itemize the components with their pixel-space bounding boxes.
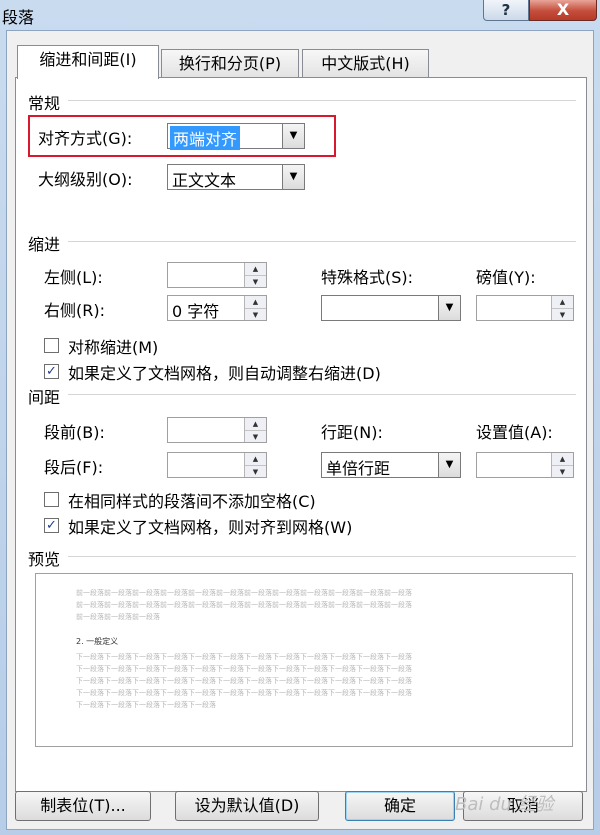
auto-adjust-checkbox[interactable]: ✓ — [44, 364, 59, 379]
dialog-client: 缩进和间距(I) 换行和分页(P) 中文版式(H) 常规 对齐方式(G): 两端… — [6, 30, 594, 830]
outline-level-label: 大纲级别(O): — [38, 170, 133, 189]
snap-to-grid-label: 如果定义了文档网格，则对齐到网格(W) — [68, 518, 353, 537]
help-button[interactable]: ? — [483, 0, 529, 21]
spin-down-icon[interactable]: ▼ — [245, 465, 266, 477]
indent-right-label: 右侧(R): — [44, 301, 105, 320]
spin-up-icon[interactable]: ▲ — [245, 418, 266, 430]
chevron-down-icon[interactable]: ▼ — [438, 453, 460, 477]
spinner-buttons[interactable]: ▲ ▼ — [244, 418, 266, 442]
chevron-down-icon[interactable]: ▼ — [438, 296, 460, 320]
spinner-buttons[interactable]: ▲ ▼ — [551, 296, 573, 320]
preview-prev-line: 前一段落前一段落前一段落前一段落前一段落前一段落前一段落前一段落前一段落前一段落… — [76, 601, 412, 609]
spin-up-icon[interactable]: ▲ — [552, 296, 573, 308]
preview-next-line: 下一段落下一段落下一段落下一段落下一段落下一段落下一段落下一段落下一段落下一段落… — [76, 677, 412, 685]
spinner-buttons[interactable]: ▲ ▼ — [244, 263, 266, 287]
spacing-after-spinner[interactable]: ▲ ▼ — [167, 452, 267, 478]
line-spacing-dropdown[interactable]: 单倍行距 ▼ — [321, 452, 461, 478]
preview-sample-text: 2. 一般定义 — [76, 637, 119, 646]
alignment-value: 两端对齐 — [170, 126, 241, 150]
alignment-label: 对齐方式(G): — [38, 129, 133, 148]
spacing-before-spinner[interactable]: ▲ ▼ — [167, 417, 267, 443]
line-spacing-value: 单倍行距 — [326, 459, 391, 478]
preview-prev-line: 前一段落前一段落前一段落 — [76, 613, 160, 621]
indent-by-label: 磅值(Y): — [476, 268, 536, 287]
general-divider — [68, 100, 576, 101]
spin-up-icon[interactable]: ▲ — [552, 453, 573, 465]
window-title: 段落 — [2, 8, 35, 27]
indent-title: 缩进 — [28, 235, 61, 254]
spin-down-icon[interactable]: ▼ — [245, 275, 266, 287]
preview-next-line: 下一段落下一段落下一段落下一段落下一段落下一段落下一段落下一段落下一段落下一段落… — [76, 653, 412, 661]
spin-up-icon[interactable]: ▲ — [245, 453, 266, 465]
spin-up-icon[interactable]: ▲ — [245, 296, 266, 308]
close-button[interactable]: X — [529, 0, 597, 21]
auto-adjust-label: 如果定义了文档网格，则自动调整右缩进(D) — [68, 364, 381, 383]
preview-next-line: 下一段落下一段落下一段落下一段落下一段落下一段落下一段落下一段落下一段落下一段落… — [76, 665, 412, 673]
outline-level-dropdown[interactable]: 正文文本 ▼ — [167, 164, 305, 190]
mirror-indent-checkbox[interactable] — [44, 338, 59, 353]
spin-down-icon[interactable]: ▼ — [245, 308, 266, 320]
spin-down-icon[interactable]: ▼ — [552, 465, 573, 477]
spin-up-icon[interactable]: ▲ — [245, 263, 266, 275]
general-title: 常规 — [28, 94, 61, 113]
preview-prev-line: 前一段落前一段落前一段落前一段落前一段落前一段落前一段落前一段落前一段落前一段落… — [76, 589, 412, 597]
special-format-label: 特殊格式(S): — [321, 268, 414, 287]
spin-down-icon[interactable]: ▼ — [245, 430, 266, 442]
title-bar: 段落 ? X — [0, 0, 600, 30]
ok-button[interactable]: 确定 — [345, 791, 455, 821]
tab-asian-typography[interactable]: 中文版式(H) — [302, 49, 429, 80]
preview-next-line: 下一段落下一段落下一段落下一段落下一段落下一段落下一段落下一段落下一段落下一段落… — [76, 689, 412, 697]
spinner-buttons[interactable]: ▲ ▼ — [551, 453, 573, 477]
line-spacing-at-label: 设置值(A): — [476, 423, 553, 442]
no-space-same-style-checkbox[interactable] — [44, 492, 59, 507]
indent-right-spinner[interactable]: 0 字符 ▲ ▼ — [167, 295, 267, 321]
indent-divider — [68, 241, 576, 242]
outline-level-value: 正文文本 — [172, 171, 237, 190]
chevron-down-icon[interactable]: ▼ — [282, 124, 304, 148]
spacing-after-label: 段后(F): — [44, 458, 104, 477]
spin-down-icon[interactable]: ▼ — [552, 308, 573, 320]
spacing-before-label: 段前(B): — [44, 423, 105, 442]
indent-by-spinner[interactable]: ▲ ▼ — [476, 295, 574, 321]
watermark-logo: Bai du 经验 — [455, 794, 554, 815]
preview-title: 预览 — [28, 550, 61, 569]
set-default-button[interactable]: 设为默认值(D) — [175, 791, 319, 821]
spinner-buttons[interactable]: ▲ ▼ — [244, 453, 266, 477]
spacing-title: 间距 — [28, 388, 61, 407]
alignment-dropdown[interactable]: 两端对齐 ▼ — [167, 123, 305, 150]
mirror-indent-label: 对称缩进(M) — [68, 338, 159, 357]
preview-pane: 前一段落前一段落前一段落前一段落前一段落前一段落前一段落前一段落前一段落前一段落… — [35, 573, 573, 747]
spinner-buttons[interactable]: ▲ ▼ — [244, 296, 266, 320]
line-spacing-label: 行距(N): — [321, 423, 383, 442]
tab-indents-spacing[interactable]: 缩进和间距(I) — [17, 45, 159, 79]
indent-left-label: 左侧(L): — [44, 268, 103, 287]
tabs-button[interactable]: 制表位(T)... — [15, 791, 151, 821]
tab-line-page-breaks[interactable]: 换行和分页(P) — [161, 49, 299, 80]
snap-to-grid-checkbox[interactable]: ✓ — [44, 518, 59, 533]
preview-next-line: 下一段落下一段落下一段落下一段落下一段落 — [76, 701, 216, 709]
line-spacing-at-spinner[interactable]: ▲ ▼ — [476, 452, 574, 478]
spacing-divider — [68, 394, 576, 395]
indent-right-value: 0 字符 — [172, 302, 220, 321]
special-format-dropdown[interactable]: ▼ — [321, 295, 461, 321]
no-space-same-style-label: 在相同样式的段落间不添加空格(C) — [68, 492, 316, 511]
preview-divider — [68, 556, 576, 557]
chevron-down-icon[interactable]: ▼ — [282, 165, 304, 189]
indent-left-spinner[interactable]: ▲ ▼ — [167, 262, 267, 288]
